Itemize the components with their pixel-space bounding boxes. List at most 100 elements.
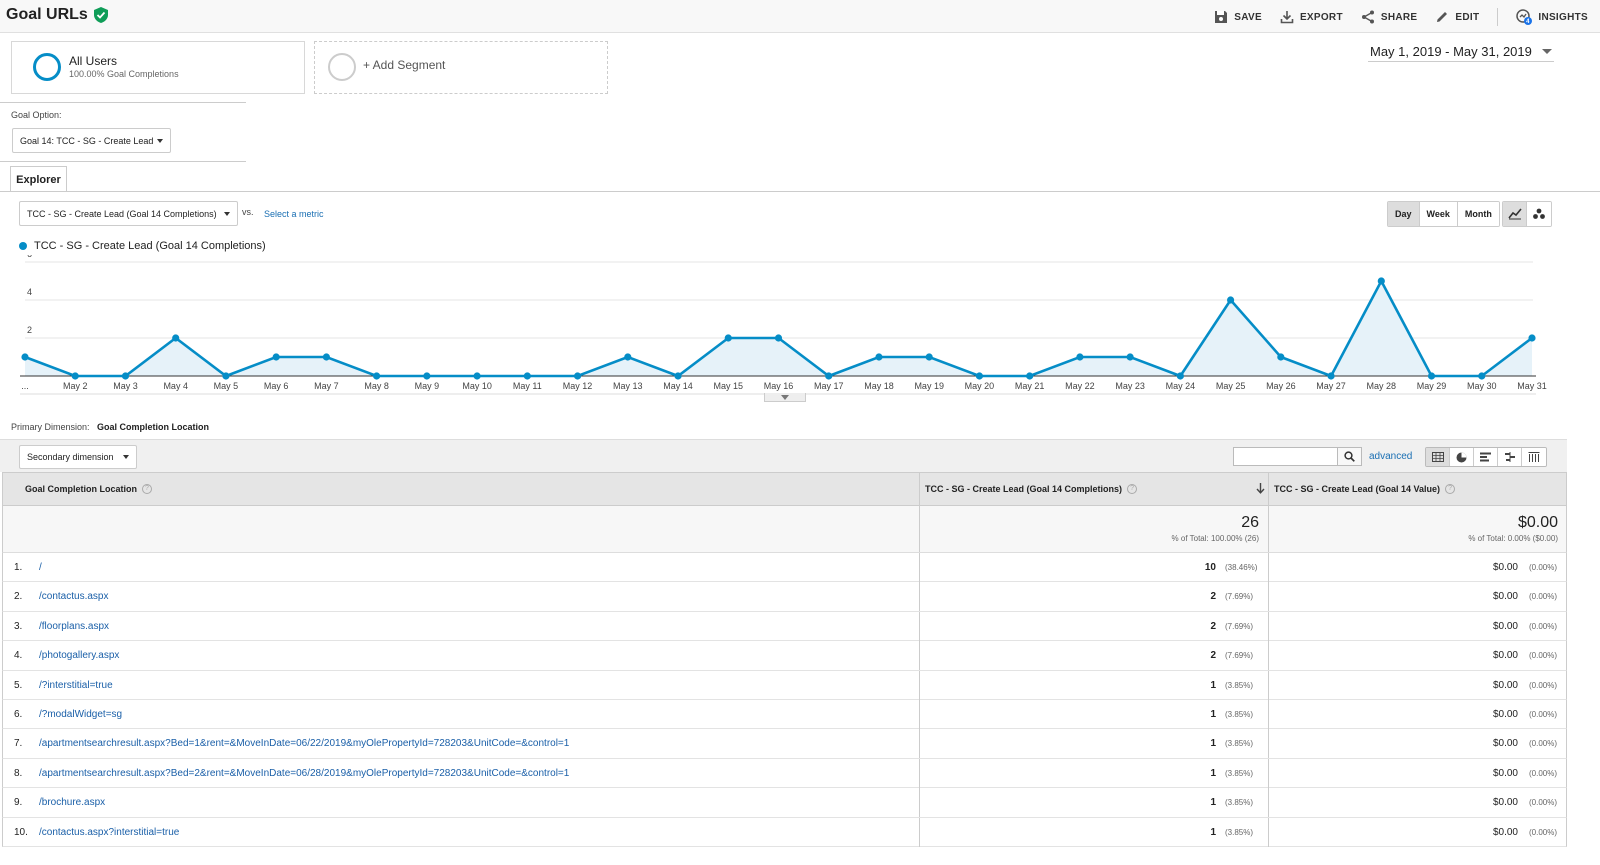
share-button[interactable]: SHARE <box>1361 10 1418 24</box>
row-completions: 10 <box>1205 553 1216 582</box>
tab-explorer[interactable]: Explorer <box>10 166 67 192</box>
data-point <box>1377 277 1385 285</box>
row-location-link[interactable]: / <box>39 553 42 582</box>
legend-series-name: TCC - SG - Create Lead (Goal 14 Completi… <box>34 240 266 252</box>
secondary-dimension-label: Secondary dimension <box>27 452 114 462</box>
data-point <box>624 353 632 361</box>
row-location-link[interactable]: /?interstitial=true <box>39 671 113 700</box>
pencil-icon <box>1437 12 1448 22</box>
divider <box>0 102 246 103</box>
goal-option-select[interactable]: Goal 14: TCC - SG - Create Lead <box>12 128 171 153</box>
data-point <box>1528 334 1536 342</box>
date-range-picker[interactable]: May 1, 2019 - May 31, 2019 <box>1368 42 1554 62</box>
x-tick-label: May 13 <box>613 381 643 391</box>
table-row: 3. /floorplans.aspx 2 (7.69%) $0.00 (0.00%) <box>2 611 1567 642</box>
advanced-filter-link[interactable]: advanced <box>1369 451 1412 462</box>
segment-subtitle: 100.00% Goal Completions <box>69 69 179 79</box>
column-divider <box>919 758 920 788</box>
help-icon[interactable]: ? <box>1127 484 1138 494</box>
column-header-location[interactable]: Goal Completion Location ? <box>25 473 152 505</box>
view-pivot-button[interactable] <box>1522 448 1546 466</box>
table-search-input[interactable] <box>1233 447 1338 466</box>
view-comparison-button[interactable] <box>1498 448 1522 466</box>
column-divider <box>1268 473 1269 505</box>
row-completions: 1 <box>1210 759 1216 788</box>
row-location-link[interactable]: /floorplans.aspx <box>39 612 109 641</box>
x-tick-label: May 4 <box>163 381 188 391</box>
period-week-button[interactable]: Week <box>1419 202 1458 226</box>
row-value: $0.00 <box>1492 767 1518 779</box>
data-point <box>674 372 682 380</box>
row-location-link[interactable]: /photogallery.aspx <box>39 641 119 670</box>
column-divider <box>1268 582 1269 612</box>
column-header-value[interactable]: TCC - SG - Create Lead (Goal 14 Value) ? <box>1274 473 1456 505</box>
goal-option-label: Goal Option: <box>11 110 62 120</box>
column-divider <box>919 553 920 582</box>
x-tick-label: May 7 <box>314 381 339 391</box>
export-button[interactable]: EXPORT <box>1280 10 1343 24</box>
row-location-link[interactable]: /contactus.aspx?interstitial=true <box>39 818 179 847</box>
help-icon[interactable]: ? <box>142 484 152 494</box>
data-point <box>1026 372 1034 380</box>
view-performance-button[interactable] <box>1474 448 1498 466</box>
motion-chart-button[interactable] <box>1527 202 1551 226</box>
empty-segment-ring-icon <box>328 53 356 81</box>
save-button[interactable]: SAVE <box>1214 10 1262 24</box>
table-row: 4. /photogallery.aspx 2 (7.69%) $0.00 (0.00%) <box>2 641 1567 671</box>
table-row: 7. /apartmentsearchresult.aspx?Bed=1&rent… <box>2 729 1567 759</box>
x-tick-label: May 9 <box>415 381 440 391</box>
view-data-button[interactable] <box>1426 448 1450 466</box>
row-value: $0.00 <box>1492 620 1518 632</box>
row-location-link[interactable]: /?modalWidget=sg <box>39 700 122 729</box>
x-tick-label: May 17 <box>814 381 844 391</box>
select-metric-link[interactable]: Select a metric <box>264 209 324 219</box>
row-index: 10. <box>14 826 28 838</box>
row-index: 2. <box>14 591 23 603</box>
table-row: 10. /contactus.aspx?interstitial=true 1 (3.… <box>2 817 1567 847</box>
insights-button[interactable]: 4 INSIGHTS <box>1516 9 1588 25</box>
download-icon <box>1280 11 1294 24</box>
row-completions: 1 <box>1210 729 1216 758</box>
row-location-link[interactable]: /apartmentsearchresult.aspx?Bed=1&rent=&… <box>39 729 569 758</box>
column-divider <box>1268 553 1269 582</box>
table-toolbar: Secondary dimension advanced <box>0 439 1567 472</box>
row-location-link[interactable]: /contactus.aspx <box>39 582 108 611</box>
row-value: $0.00 <box>1492 562 1518 573</box>
add-segment-button[interactable]: + Add Segment <box>314 41 608 94</box>
row-completions: 1 <box>1210 700 1216 729</box>
column-header-location-label: Goal Completion Location <box>25 484 137 494</box>
data-point <box>272 353 280 361</box>
chart-collapse-handle[interactable] <box>764 393 806 402</box>
data-point <box>825 372 833 380</box>
table-search-button[interactable] <box>1338 447 1362 466</box>
table-row: 9. /brochure.aspx 1 (3.85%) $0.00 (0.00%) <box>2 788 1567 818</box>
period-month-button[interactable]: Month <box>1457 202 1499 226</box>
x-tick-label: May 27 <box>1316 381 1346 391</box>
secondary-dimension-select[interactable]: Secondary dimension <box>19 445 137 469</box>
row-location-link[interactable]: /apartmentsearchresult.aspx?Bed=2&rent=&… <box>39 759 569 788</box>
x-tick-label: May 12 <box>563 381 593 391</box>
x-tick-label: May 2 <box>63 381 88 391</box>
line-chart: 2 4 6... May 2 May 3 May 4 May 5 May 6 May 7 May … <box>20 255 1547 395</box>
help-icon[interactable]: ? <box>1445 484 1456 494</box>
sort-descending-icon[interactable] <box>1256 483 1265 494</box>
line-chart-button[interactable] <box>1503 202 1527 226</box>
row-location-link[interactable]: /brochure.aspx <box>39 788 105 817</box>
share-label: SHARE <box>1380 11 1418 23</box>
edit-button[interactable]: EDIT <box>1435 10 1479 24</box>
view-percentage-button[interactable] <box>1450 448 1474 466</box>
segment-all-users[interactable]: All Users 100.00% Goal Completions <box>11 41 305 94</box>
x-tick-label: May 31 <box>1517 381 1547 391</box>
row-value-pct: (0.00%) <box>1529 621 1558 631</box>
column-divider <box>1268 700 1269 729</box>
data-point <box>1227 296 1235 304</box>
period-day-button[interactable]: Day <box>1388 202 1420 226</box>
add-segment-label: + Add Segment <box>363 58 446 72</box>
row-index: 1. <box>14 562 23 573</box>
row-completions-value: 1 <box>1210 679 1216 691</box>
column-divider <box>919 506 920 552</box>
metric-select[interactable]: TCC - SG - Create Lead (Goal 14 Completi… <box>19 201 238 226</box>
total-value-sub: % of Total: 0.00% ($0.00) <box>1468 534 1558 543</box>
primary-dimension-value[interactable]: Goal Completion Location <box>97 422 209 432</box>
column-header-completions[interactable]: TCC - SG - Create Lead (Goal 14 Completi… <box>925 473 1138 505</box>
